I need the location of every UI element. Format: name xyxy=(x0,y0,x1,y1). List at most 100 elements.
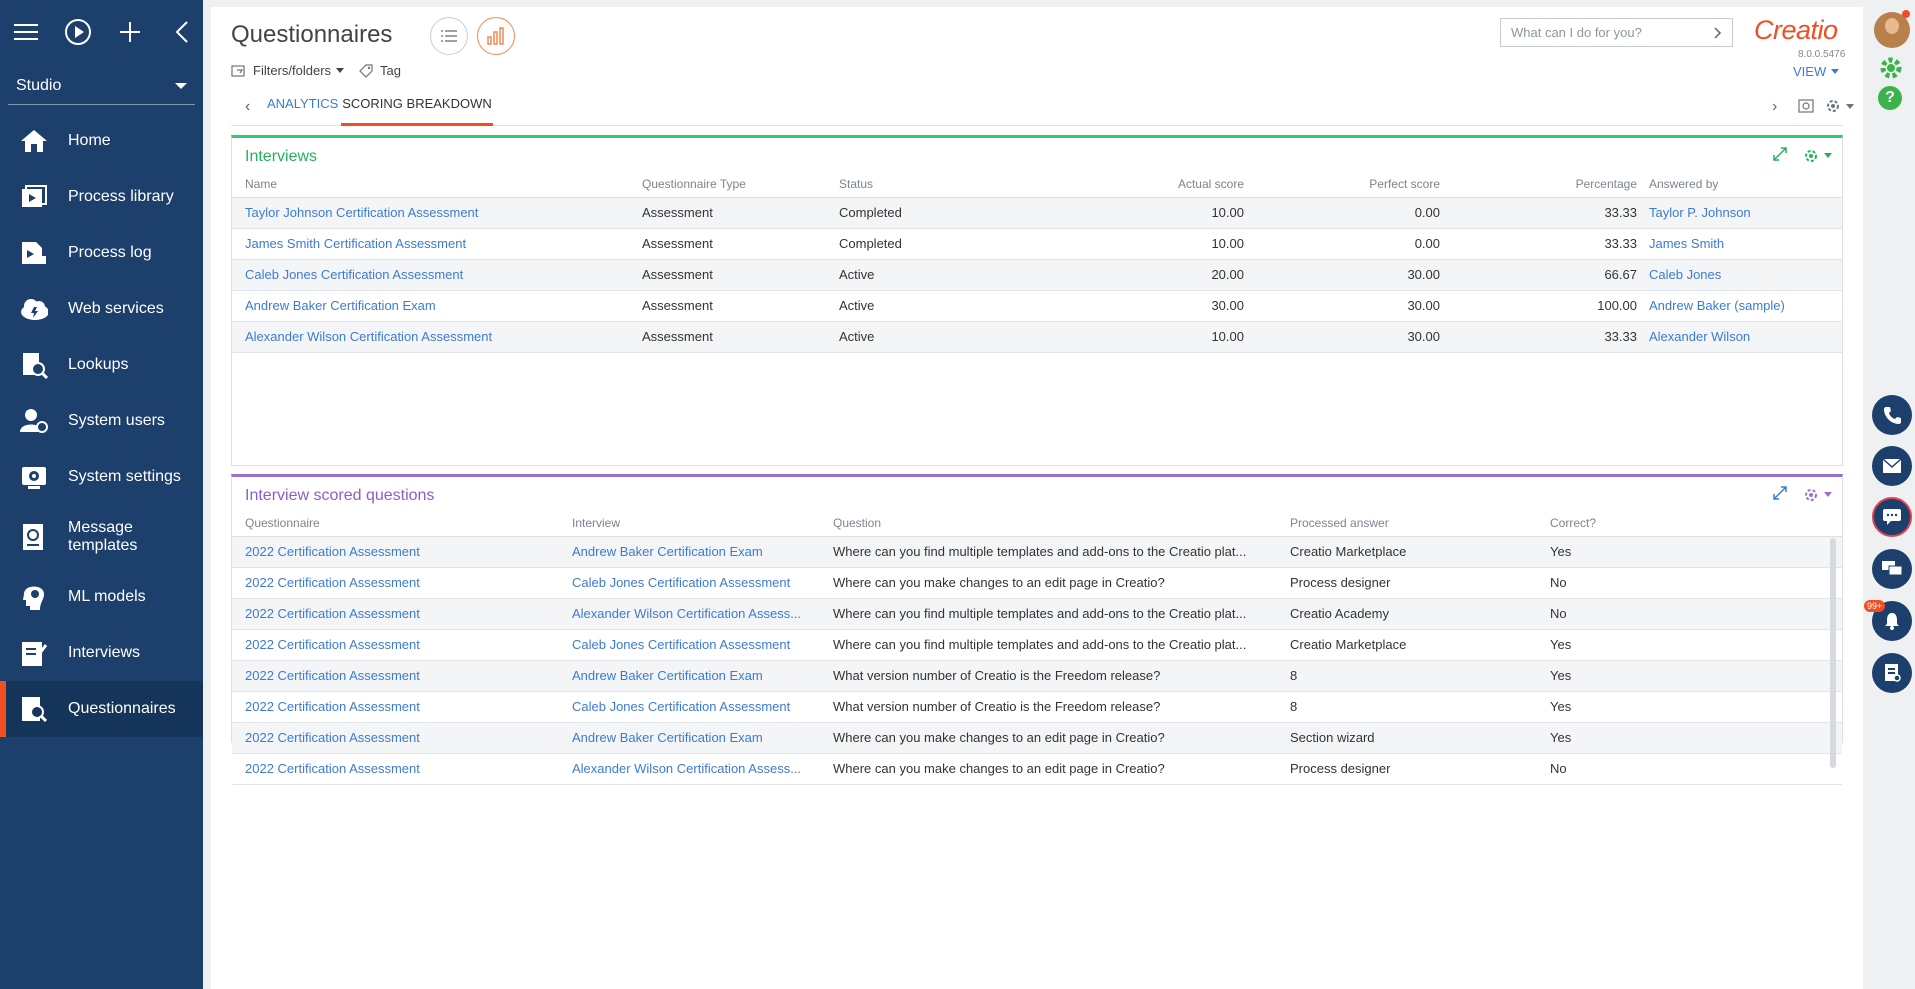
help-icon[interactable]: ? xyxy=(1878,86,1902,110)
column-header[interactable]: Status xyxy=(839,174,873,194)
phone-icon xyxy=(1884,407,1901,424)
sidebar-item-interviews[interactable]: Interviews xyxy=(0,625,203,681)
filters-folders-button[interactable]: Filters/folders xyxy=(231,63,345,78)
table-row[interactable]: 2022 Certification Assessment Andrew Bake… xyxy=(232,723,1842,754)
sidebar-item-web-services[interactable]: Web services xyxy=(0,281,203,337)
column-header[interactable]: Name xyxy=(245,174,277,194)
table-cell[interactable]: James Smith Certification Assessment xyxy=(245,229,625,259)
email-button[interactable] xyxy=(1872,446,1912,486)
sidebar-item-questionnaires[interactable]: Questionnaires xyxy=(0,681,203,737)
table-row[interactable]: 2022 Certification Assessment Andrew Bake… xyxy=(232,537,1842,568)
table-row[interactable]: 2022 Certification Assessment Caleb Jones… xyxy=(232,692,1842,723)
list-view-button[interactable] xyxy=(430,17,468,55)
tab-scoring-breakdown[interactable]: SCORING BREAKDOWN xyxy=(341,88,493,126)
table-cell[interactable]: 2022 Certification Assessment xyxy=(245,754,555,784)
table-cell[interactable]: Caleb Jones Certification Assessment xyxy=(572,692,817,722)
table-cell[interactable]: Andrew Baker Certification Exam xyxy=(245,291,625,321)
process-button[interactable] xyxy=(1872,653,1912,693)
expand-icon[interactable] xyxy=(1773,486,1787,503)
sidebar-item-system-users[interactable]: System users xyxy=(0,393,203,449)
chat-button[interactable] xyxy=(1872,497,1912,537)
sidebar-item-process-log[interactable]: Process log xyxy=(0,225,203,281)
table-cell[interactable]: Andrew Baker Certification Exam xyxy=(572,723,817,753)
column-header[interactable]: Perfect score xyxy=(1242,174,1440,194)
run-process-icon[interactable] xyxy=(64,18,92,46)
add-icon[interactable] xyxy=(116,18,144,46)
table-cell[interactable]: Alexander Wilson Certification Assess... xyxy=(572,754,817,784)
view-menu-button[interactable]: VIEW xyxy=(1793,64,1840,79)
table-row[interactable]: James Smith Certification Assessment Asse… xyxy=(232,229,1842,260)
phone-button[interactable] xyxy=(1872,395,1912,435)
table-row[interactable]: Caleb Jones Certification Assessment Asse… xyxy=(232,260,1842,291)
table-row[interactable]: 2022 Certification Assessment Andrew Bake… xyxy=(232,661,1842,692)
chevron-right-icon[interactable] xyxy=(1714,26,1722,39)
system-designer-gear-icon[interactable] xyxy=(1878,55,1904,84)
table-cell[interactable]: Alexander Wilson xyxy=(1649,322,1839,352)
table-cell[interactable]: Andrew Baker Certification Exam xyxy=(572,661,817,691)
collapse-sidebar-icon[interactable] xyxy=(168,18,196,46)
table-cell[interactable]: Andrew Baker Certification Exam xyxy=(572,537,817,567)
column-header[interactable]: Correct? xyxy=(1550,513,1596,533)
table-cell[interactable]: 2022 Certification Assessment xyxy=(245,723,555,753)
column-header[interactable]: Processed answer xyxy=(1290,513,1389,533)
dashboard-search-icon[interactable] xyxy=(1798,99,1814,116)
column-header[interactable]: Answered by xyxy=(1649,174,1718,194)
feed-button[interactable] xyxy=(1872,549,1912,589)
table-cell[interactable]: 2022 Certification Assessment xyxy=(245,568,555,598)
expand-icon[interactable] xyxy=(1773,147,1787,164)
table-cell[interactable]: Caleb Jones xyxy=(1649,260,1839,290)
table-row[interactable]: Taylor Johnson Certification Assessment A… xyxy=(232,198,1842,229)
table-cell[interactable]: Caleb Jones Certification Assessment xyxy=(245,260,625,290)
gear-icon[interactable] xyxy=(1803,148,1832,164)
table-cell[interactable]: 2022 Certification Assessment xyxy=(245,537,555,567)
table-row[interactable]: 2022 Certification Assessment Alexander W… xyxy=(232,754,1842,785)
tab-settings-icon[interactable] xyxy=(1825,98,1854,114)
table-cell[interactable]: Andrew Baker (sample) xyxy=(1649,291,1839,321)
table-row[interactable]: 2022 Certification Assessment Alexander W… xyxy=(232,599,1842,630)
sidebar-item-system-settings[interactable]: System settings xyxy=(0,449,203,505)
column-header[interactable]: Interview xyxy=(572,513,620,533)
tab-scroll-right-icon[interactable]: › xyxy=(1772,98,1777,116)
chevron-down-icon xyxy=(1831,69,1840,74)
table-cell: 20.00 xyxy=(1211,267,1244,282)
table-cell[interactable]: Caleb Jones Certification Assessment xyxy=(572,630,817,660)
column-header[interactable]: Questionnaire xyxy=(245,513,320,533)
vertical-scrollbar[interactable] xyxy=(1830,538,1836,768)
table-cell[interactable]: Alexander Wilson Certification Assessmen… xyxy=(245,322,625,352)
table-cell[interactable]: Taylor P. Johnson xyxy=(1649,198,1839,228)
web-services-icon xyxy=(20,295,48,323)
questionnaires-icon xyxy=(20,695,48,723)
table-cell[interactable]: 2022 Certification Assessment xyxy=(245,599,555,629)
column-header[interactable]: Question xyxy=(833,513,881,533)
bar-chart-icon xyxy=(487,27,504,45)
analytics-view-button[interactable] xyxy=(477,17,515,55)
column-header[interactable]: Percentage xyxy=(1442,174,1637,194)
sidebar-item-process-library[interactable]: Process library xyxy=(0,169,203,225)
tab-scroll-left-icon[interactable]: ‹ xyxy=(245,98,250,116)
sidebar-item-message-templates[interactable]: Message templates xyxy=(0,505,203,569)
column-header[interactable]: Actual score xyxy=(972,174,1244,194)
table-row[interactable]: 2022 Certification Assessment Caleb Jones… xyxy=(232,568,1842,599)
sidebar-item-ml-models[interactable]: ML models xyxy=(0,569,203,625)
table-cell[interactable]: Caleb Jones Certification Assessment xyxy=(572,568,817,598)
sidebar-item-label: Questionnaires xyxy=(68,700,176,717)
menu-icon[interactable] xyxy=(12,18,40,46)
table-cell[interactable]: 2022 Certification Assessment xyxy=(245,661,555,691)
table-cell[interactable]: 2022 Certification Assessment xyxy=(245,630,555,660)
tab-analytics[interactable]: ANALYTICS xyxy=(267,88,338,126)
command-search-input[interactable]: What can I do for you? xyxy=(1500,18,1733,47)
table-cell[interactable]: Taylor Johnson Certification Assessment xyxy=(245,198,625,228)
table-row[interactable]: Alexander Wilson Certification Assessmen… xyxy=(232,322,1842,353)
sidebar-item-lookups[interactable]: Lookups xyxy=(0,337,203,393)
table-cell[interactable]: Alexander Wilson Certification Assess... xyxy=(572,599,817,629)
workplace-selector[interactable]: Studio xyxy=(8,67,195,105)
table-row[interactable]: 2022 Certification Assessment Caleb Jones… xyxy=(232,630,1842,661)
sidebar-item-home[interactable]: Home xyxy=(0,113,203,169)
gear-icon[interactable] xyxy=(1803,487,1832,503)
table-row[interactable]: Andrew Baker Certification Exam Assessmen… xyxy=(232,291,1842,322)
table-cell[interactable]: 2022 Certification Assessment xyxy=(245,692,555,722)
table-cell[interactable]: James Smith xyxy=(1649,229,1839,259)
column-header[interactable]: Questionnaire Type xyxy=(642,174,746,194)
table-cell: Yes xyxy=(1550,699,1572,714)
tag-button[interactable]: Tag xyxy=(358,63,401,78)
